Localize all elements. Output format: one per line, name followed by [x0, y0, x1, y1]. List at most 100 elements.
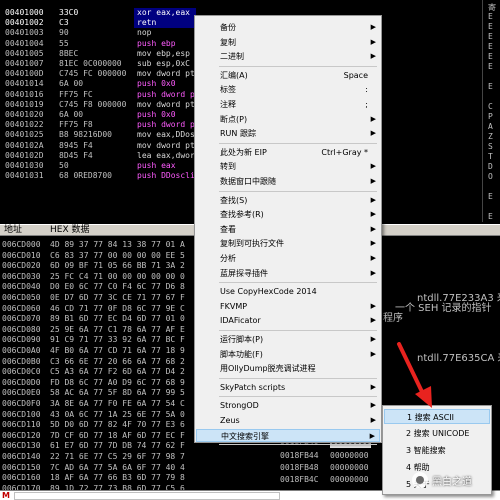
- register-flag-letter: C: [488, 102, 493, 111]
- context-menu-item[interactable]: 数据窗口中跟随 ▶: [196, 175, 380, 188]
- dump-row[interactable]: 006CD170 89 1D 72 77 73 B8 6D 77 C5 6: [0, 483, 245, 490]
- disasm-instruction: push dword pt: [137, 120, 200, 130]
- watermark-text: 黑白之道: [432, 477, 472, 488]
- context-menu-item[interactable]: 复制 ▶: [196, 36, 380, 49]
- menu-item-label: 注释: [220, 100, 236, 109]
- menu-item-label: 查找参考(R): [220, 210, 264, 220]
- menu-separator: [219, 444, 377, 446]
- stack-note: ntdll.77E635CA 来自: [417, 353, 500, 364]
- context-menu-item[interactable]: SkyPatch scripts ▶: [196, 381, 380, 394]
- context-menu-item[interactable]: 用OllyDump脱壳调试进程: [196, 362, 380, 375]
- context-menu-item[interactable]: 界面选项 ▶: [196, 447, 380, 460]
- disasm-address: 00401016: [5, 89, 44, 99]
- disasm-instruction: xor eax,eax: [137, 8, 190, 17]
- disasm-address: 00401014: [5, 79, 44, 89]
- submenu-arrow-icon: ▶: [370, 254, 376, 262]
- disasm-hex: 50: [59, 161, 69, 170]
- submenu-arrow-icon: ▶: [370, 23, 376, 31]
- context-menu-item[interactable]: 查看 ▶: [196, 223, 380, 236]
- submenu-item[interactable]: 1 搜索 ASCII: [384, 409, 490, 424]
- disasm-hex: 33C0: [59, 8, 79, 17]
- disasm-address: 00401004: [5, 38, 44, 48]
- context-menu-item[interactable]: FKVMP ▶: [196, 300, 380, 313]
- disasm-instruction: push 0x0: [137, 110, 176, 119]
- disasm-address: 00401007: [5, 59, 44, 68]
- context-menu-item[interactable]: 脚本功能(F) ▶: [196, 348, 380, 361]
- context-menu-item[interactable]: 汇编(A) Space: [196, 69, 380, 82]
- context-menu-item[interactable]: Zeus ▶: [196, 414, 380, 427]
- menu-item-label: 中文搜索引擎: [221, 431, 269, 441]
- menu-separator: [219, 190, 377, 192]
- disasm-address: 0040102D: [5, 150, 44, 160]
- context-menu-item[interactable]: 二进制 ▶: [196, 50, 380, 63]
- dump-col-address[interactable]: 地址: [4, 225, 22, 236]
- menu-separator: [219, 377, 377, 379]
- register-flag-letter: A: [488, 122, 493, 131]
- submenu-arrow-icon: ▶: [370, 210, 376, 219]
- register-flag-letter: E: [488, 62, 493, 71]
- menu-item-label: StrongOD: [220, 401, 259, 411]
- register-flag-letter: Z: [488, 132, 493, 141]
- submenu-arrow-icon: ▶: [370, 177, 376, 185]
- disasm-hex: B8 98216D00: [59, 130, 112, 140]
- context-menu-item[interactable]: 运行脚本(P) ▶: [196, 333, 380, 346]
- context-menu-item[interactable]: StrongOD ▶: [196, 399, 380, 412]
- disasm-hex: 68 0RED8700: [59, 171, 112, 181]
- disasm-address: 00401025: [5, 130, 44, 140]
- disasm-hex: 6A 00: [59, 110, 84, 119]
- menu-item-label: RUN 跟踪: [220, 129, 256, 139]
- disasm-hex: FF75 FC: [59, 89, 93, 99]
- menu-item-label: Zeus: [220, 416, 240, 425]
- submenu-arrow-icon: ▶: [370, 52, 376, 61]
- menu-item-label: 复制到可执行文件: [220, 239, 284, 249]
- context-menu-item[interactable]: 查找参考(R) ▶: [196, 208, 380, 221]
- menu-item-label: 转到: [220, 162, 236, 172]
- menu-item-shortcut: Ctrl+Gray *: [321, 147, 368, 157]
- context-menu-item[interactable]: 注释;: [196, 98, 380, 111]
- submenu-arrow-icon: ▶: [370, 195, 376, 204]
- watermark-logo-icon: [412, 472, 428, 488]
- disasm-hex: C745 FC 000000: [59, 69, 127, 79]
- disasm-address: 00401003: [5, 28, 44, 38]
- menu-item-label: 脚本功能(F): [220, 349, 263, 359]
- submenu-item-label: 2 搜索 UNICODE: [406, 429, 470, 438]
- disasm-instruction: push 0x0: [137, 79, 176, 89]
- context-menu-item[interactable]: 中文搜索引擎 ▶: [196, 428, 380, 442]
- submenu-arrow-icon: ▶: [370, 349, 376, 358]
- menu-item-shortcut: Space: [343, 70, 368, 80]
- context-menu-item[interactable]: 分析 ▶: [196, 252, 380, 265]
- submenu-item[interactable]: 3 智能搜索: [384, 443, 490, 458]
- stack-address: 0018FB48: [280, 463, 319, 472]
- context-menu-item[interactable]: 复制到可执行文件 ▶: [196, 237, 380, 250]
- menu-item-label: 断点(P): [220, 114, 248, 124]
- register-flag-letter: E: [488, 82, 493, 91]
- command-input[interactable]: [14, 492, 280, 500]
- context-menu-item[interactable]: 查找(S) ▶: [196, 194, 380, 207]
- submenu-arrow-icon: ▶: [370, 416, 376, 424]
- dump-col-hex[interactable]: HEX 数据: [50, 225, 89, 236]
- context-menu-item[interactable]: IDAFicator ▶: [196, 314, 380, 327]
- context-menu-item[interactable]: 蓝屏探寻插件 ▶: [196, 267, 380, 280]
- context-menu-item[interactable]: 标签:: [196, 83, 380, 96]
- context-menu-item[interactable]: 备份 ▶: [196, 21, 380, 34]
- register-flag-letter: E: [488, 32, 493, 41]
- context-menu-item[interactable]: Use CopyHexCode 2014: [196, 285, 380, 298]
- register-flag-letter: E: [488, 22, 493, 31]
- context-menu-item[interactable]: 断点(P) ▶: [196, 113, 380, 126]
- context-menu-item[interactable]: 此处为新 EIP Ctrl+Gray *: [196, 146, 380, 159]
- menu-item-label: 运行脚本(P): [220, 335, 264, 344]
- menu-item-label: 标签: [220, 85, 236, 95]
- disasm-instruction: mov dword pt: [137, 99, 195, 109]
- menu-separator: [219, 65, 377, 67]
- menu-separator: [219, 396, 377, 398]
- submenu-item[interactable]: 2 搜索 UNICODE: [384, 426, 490, 441]
- disasm-address: 00401020: [5, 110, 44, 119]
- disasm-hex: 90: [59, 28, 69, 38]
- registers-gutter: 寄EEEEEEECPAZSTDOEE: [482, 0, 500, 222]
- menu-item-label: 此处为新 EIP: [220, 147, 267, 157]
- context-menu-item[interactable]: RUN 跟踪 ▶: [196, 127, 380, 140]
- context-menu-item[interactable]: 转到 ▶: [196, 160, 380, 173]
- register-flag-letter: O: [488, 172, 493, 181]
- submenu-arrow-icon: ▶: [370, 301, 376, 310]
- register-flag-letter: E: [488, 52, 493, 61]
